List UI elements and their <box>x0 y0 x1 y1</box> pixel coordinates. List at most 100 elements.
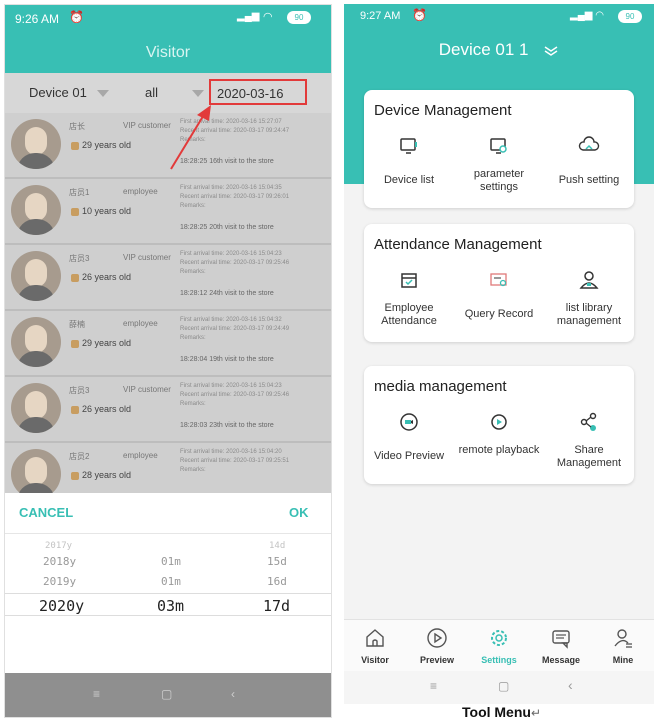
card-title: media management <box>374 378 507 395</box>
home-icon[interactable]: ▢ <box>498 679 509 693</box>
picker-toolbar: CANCEL OK <box>5 493 331 534</box>
menu-item-label: Query Record <box>464 308 534 320</box>
month-option-selected[interactable]: 03m <box>157 597 184 615</box>
visitor-name: 店长 <box>69 122 85 131</box>
month-option[interactable]: 01m <box>161 575 181 588</box>
visitor-row[interactable]: 店员2 employee 28 years old First arrival tim… <box>5 443 331 493</box>
tab-message[interactable]: Message <box>530 620 592 672</box>
caption-text: Tool Menu <box>462 704 531 720</box>
menu-item-label: list library management <box>556 302 622 327</box>
person-icon <box>71 405 79 414</box>
playback-icon <box>491 414 507 430</box>
visitor-row[interactable]: 店员3 VIP customer 26 years old First arrival… <box>5 245 331 311</box>
visitor-type: VIP customer <box>123 121 171 130</box>
visitor-row[interactable]: 店员3 VIP customer 26 years old First arrival… <box>5 377 331 443</box>
day-option[interactable]: 16d <box>267 575 287 588</box>
menu-item-label: Device list <box>383 174 435 186</box>
chevron-down-icon <box>96 90 109 98</box>
home-icon[interactable]: ▢ <box>161 687 172 701</box>
visitor-row[interactable]: 店员1 employee 10 years old First arrival tim… <box>5 179 331 245</box>
visitor-name: 店员3 <box>69 386 90 395</box>
visit-info: First arrival time: 2020-03-16 15:04:23 R… <box>180 250 326 277</box>
first-arrival: First arrival time: 2020-03-16 15:04:23 <box>180 383 282 389</box>
ok-button[interactable]: OK <box>289 505 309 520</box>
battery-icon: 90 <box>618 10 642 23</box>
system-nav-bar: ≡ ▢ ‹ <box>344 671 654 704</box>
year-option[interactable]: 2019y <box>43 575 76 588</box>
day-option[interactable]: 15d <box>267 555 287 568</box>
alarm-icon: ⏰ <box>412 8 427 22</box>
visitor-age: 29 years old <box>71 338 131 348</box>
visitor-age: 29 years old <box>71 140 131 150</box>
chevron-down-icon <box>192 90 205 98</box>
card-title: Device Management <box>374 102 512 119</box>
year-option[interactable]: 2017y <box>45 541 72 551</box>
card-title: Attendance Management <box>374 236 542 253</box>
record-search-icon <box>490 273 507 287</box>
menu-icon[interactable]: ≡ <box>430 679 437 693</box>
signal-icon: ▂▄▆ <box>237 11 260 22</box>
type-filter-value: all <box>145 85 159 100</box>
user-library-icon <box>579 271 599 289</box>
visitor-row[interactable]: 薛楠 employee 29 years old First arrival time… <box>5 311 331 377</box>
face-shape <box>25 193 47 221</box>
page-title: Visitor <box>5 33 331 73</box>
shoulder-shape <box>17 483 55 493</box>
face-shape <box>25 457 47 485</box>
remarks: Remarks: <box>180 269 206 275</box>
remarks: Remarks: <box>180 203 206 209</box>
avatar <box>11 119 61 169</box>
device-selector[interactable]: Device 01 1 <box>344 40 654 60</box>
tab-preview[interactable]: Preview <box>406 620 468 672</box>
tab-settings[interactable]: Settings <box>468 620 530 672</box>
play-icon <box>427 628 447 648</box>
card-media-management: media management Video Preview remote play… <box>364 366 634 484</box>
face-shape <box>25 391 47 419</box>
visitor-age: 10 years old <box>71 206 131 216</box>
year-option[interactable]: 2018y <box>43 555 76 568</box>
month-option[interactable]: 01m <box>161 555 181 568</box>
selection-line <box>5 593 331 594</box>
age-text: 29 years old <box>82 338 132 348</box>
card-attendance-management: Attendance Management Employee Attendance… <box>364 224 634 342</box>
back-icon[interactable]: ‹ <box>231 687 235 701</box>
status-bar: 9:26 AM ⏰ ▂▄▆ ◠ 90 <box>5 5 331 33</box>
tool-menu-screen: 9:27 AM ⏰ ▂▄▆ ◠ 90 Device 01 1 Device Ma… <box>344 4 654 704</box>
face-shape <box>25 127 47 155</box>
back-icon[interactable]: ‹ <box>568 677 573 693</box>
status-time: 9:26 AM <box>15 12 60 26</box>
visitor-age: 26 years old <box>71 272 131 282</box>
day-option[interactable]: 14d <box>269 541 285 551</box>
battery-icon: 90 <box>287 11 311 24</box>
menu-item-label: Push setting <box>558 174 620 186</box>
recent-arrival: Recent arrival time: 2020-03-17 09:24:49 <box>180 326 290 332</box>
visitor-type: VIP customer <box>123 385 171 394</box>
age-text: 26 years old <box>82 404 132 414</box>
menu-item-label: remote playback <box>458 444 540 456</box>
visit-info: First arrival time: 2020-03-16 15:04:32 R… <box>180 316 326 343</box>
cancel-button[interactable]: CANCEL <box>19 505 73 520</box>
visitor-name: 店员3 <box>69 254 90 263</box>
year-option-selected[interactable]: 2020y <box>39 597 84 615</box>
visitor-name: 店员2 <box>69 452 90 461</box>
remarks: Remarks: <box>180 335 206 341</box>
tab-label: Settings <box>481 655 517 665</box>
visit-count: 18:28:25 20th visit to the store <box>180 224 274 231</box>
age-text: 28 years old <box>82 470 132 480</box>
message-icon <box>552 630 570 649</box>
home-icon <box>366 629 384 647</box>
avatar <box>11 383 61 433</box>
shoulder-shape <box>17 285 55 301</box>
device-filter-dropdown[interactable]: Device 01 <box>29 73 109 113</box>
menu-item-label: parameter settings <box>473 168 525 193</box>
avatar <box>11 449 61 493</box>
date-filter-dropdown[interactable]: 2020-03-16 <box>209 79 307 105</box>
tab-mine[interactable]: Mine <box>592 620 654 672</box>
visit-info: First arrival time: 2020-03-16 15:04:20 R… <box>180 448 326 475</box>
menu-icon[interactable]: ≡ <box>93 687 100 701</box>
person-icon <box>71 207 79 216</box>
tab-visitor[interactable]: Visitor <box>344 620 406 672</box>
figure-caption: Tool Menu↵ <box>462 704 541 720</box>
signal-wifi-icon: ▂▄▆ ◠ <box>570 10 604 21</box>
day-option-selected[interactable]: 17d <box>263 597 290 615</box>
